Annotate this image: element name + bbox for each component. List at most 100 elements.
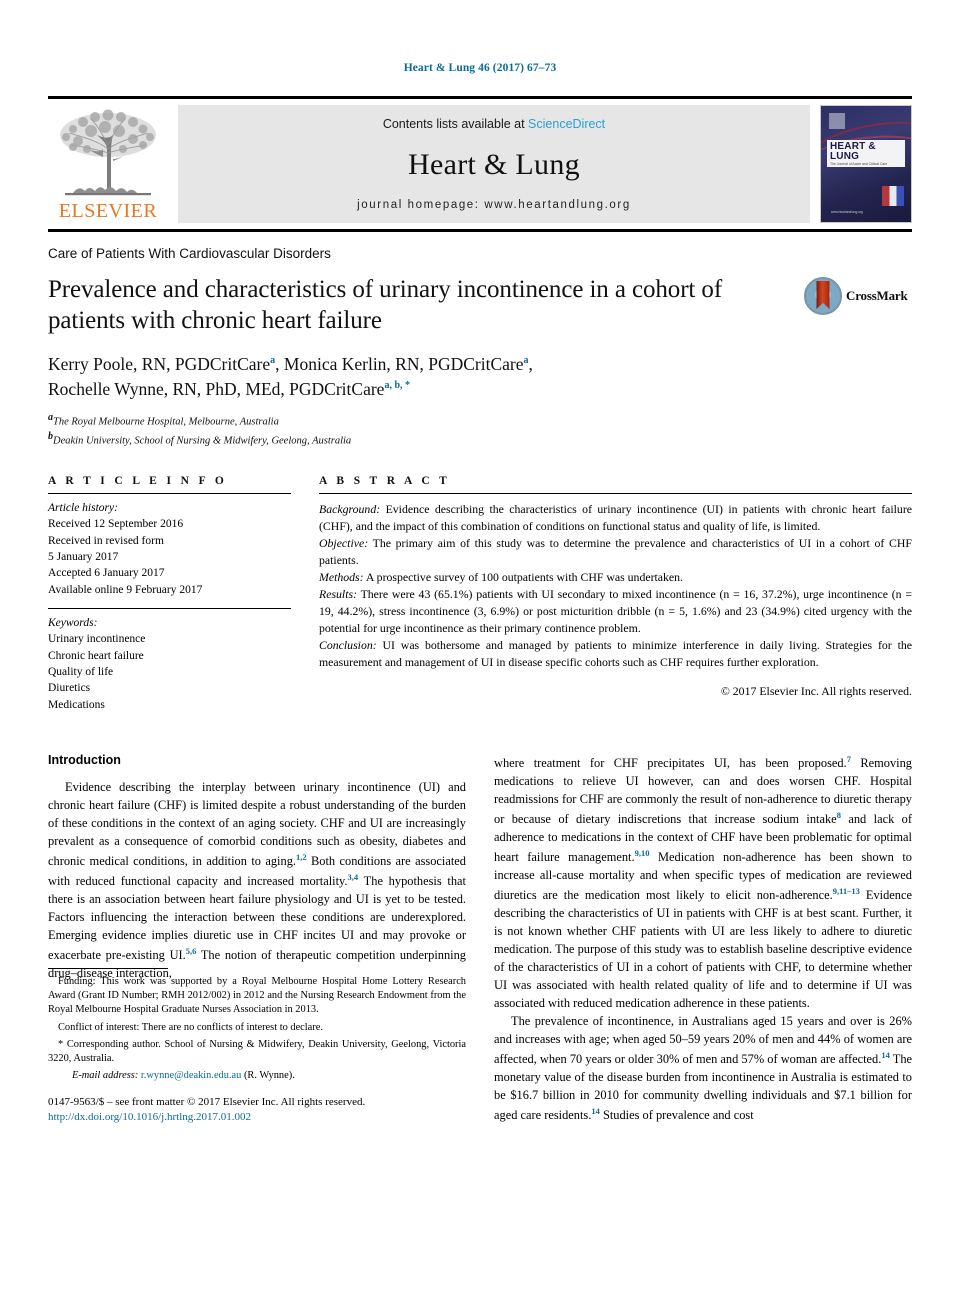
article-history-label: Article history: [48, 502, 118, 515]
keywords-block: Keywords: Urinary incontinence Chronic h… [48, 609, 291, 723]
keyword-item: Medications [48, 698, 105, 711]
crossmark-bookmark-shape [816, 281, 830, 309]
introduction-heading: Introduction [48, 753, 121, 768]
keyword-item: Quality of life [48, 666, 114, 679]
introduction-text-left: Evidence describing the interplay betwee… [48, 779, 466, 983]
author-separator: , [275, 354, 284, 374]
history-item: 5 January 2017 [48, 551, 119, 564]
abstract-section-label: Methods: [319, 570, 364, 585]
paragraph: The prevalence of incontinence, in Austr… [494, 1014, 913, 1123]
elsevier-logo: ELSEVIER [48, 105, 168, 223]
abstract-section-label: Conclusion: [319, 638, 377, 652]
crossmark-icon [804, 277, 842, 315]
article-info-column: A R T I C L E I N F O Article history: R… [48, 475, 291, 723]
abstract-section: Conclusion: UI was bothersome and manage… [319, 637, 912, 671]
citation-reference[interactable]: 9,11–13 [833, 886, 860, 896]
journal-title: Heart & Lung [408, 148, 580, 181]
abstract-column: A B S T R A C T Background: Evidence des… [319, 475, 912, 723]
history-item: Received in revised form [48, 534, 164, 547]
crossmark-badge[interactable]: CrossMark [804, 275, 912, 315]
article-history-block: Article history: Received 12 September 2… [48, 494, 291, 608]
body-column-right: where treatment for CHF precipitates UI,… [494, 753, 912, 1125]
abstract-section-label: Results: [319, 587, 358, 602]
page-title: Prevalence and characteristics of urinar… [48, 276, 723, 334]
footnote-email-line: E-mail address: r.wynne@deakin.edu.au (R… [48, 1069, 466, 1083]
author-entry: Rochelle Wynne, RN, PhD, MEd, PGDCritCar… [48, 379, 410, 399]
abstract-section-text: Evidence describing the characteristics … [319, 502, 912, 534]
cover-title: HEART & LUNG [830, 141, 876, 162]
history-item: Accepted 6 January 2017 [48, 567, 165, 580]
paragraph: Evidence describing the interplay betwee… [48, 780, 466, 981]
journal-homepage[interactable]: journal homepage: www.heartandlung.org [357, 199, 631, 211]
citation-reference[interactable]: 7 [847, 754, 851, 764]
author-name: Kerry Poole, RN, PGDCritCare [48, 354, 271, 374]
keyword-item: Urinary incontinence [48, 633, 146, 646]
cover-url: www.heartandlung.org [831, 210, 863, 214]
crossmark-label: CrossMark [846, 288, 908, 303]
article-info-heading: A R T I C L E I N F O [48, 475, 228, 488]
footnotes: Funding: This work was supported by a Ro… [48, 968, 466, 1125]
doi-link[interactable]: http://dx.doi.org/10.1016/j.hrtlng.2017.… [48, 1110, 466, 1125]
citation-reference[interactable]: 5,6 [186, 946, 197, 956]
affiliation-text: The Royal Melbourne Hospital, Melbourne,… [53, 416, 279, 428]
running-head: Heart & Lung 46 (2017) 67–73 [403, 62, 557, 74]
journal-masthead: ELSEVIER Contents lists available at Sci… [48, 96, 912, 223]
elsevier-tree-icon [53, 109, 163, 201]
body-column-left: Introduction Evidence describing the int… [48, 753, 466, 1125]
email-link[interactable]: r.wynne@deakin.edu.au [141, 1070, 241, 1081]
email-suffix: (R. Wynne). [241, 1069, 295, 1081]
abstract-section-text: There were 43 (65.1%) patients with UI s… [319, 587, 912, 636]
affiliations: aThe Royal Melbourne Hospital, Melbourne… [48, 411, 912, 449]
journal-band: Contents lists available at ScienceDirec… [178, 105, 810, 223]
keyword-item: Diuretics [48, 682, 91, 695]
abstract-heading: A B S T R A C T [319, 475, 451, 488]
abstract-section-text: The primary aim of this study was to det… [319, 536, 912, 568]
abstract-body: Background: Evidence describing the char… [319, 494, 912, 700]
abstract-section: Results: There were 43 (65.1%) patients … [319, 586, 912, 637]
author-affil-marker[interactable]: a, b, * [384, 381, 410, 392]
journal-article-page: Heart & Lung 46 (2017) 67–73 ELSEVIER Co… [0, 0, 960, 1305]
abstract-section-text: UI was bothersome and managed by patient… [319, 638, 912, 669]
footnote-conflict: Conflict of interest: There are no confl… [58, 1021, 323, 1033]
author-separator: , [528, 354, 533, 374]
masthead-bottom-rule [48, 229, 912, 232]
paragraph: where treatment for CHF precipitates UI,… [494, 754, 912, 1011]
cover-title-banner: HEART & LUNG The Journal of Acute and Cr… [827, 140, 905, 168]
abstract-section-label: Background: [319, 502, 381, 517]
elsevier-wordmark: ELSEVIER [58, 200, 158, 222]
abstract-section-label: Objective: [319, 536, 369, 551]
citation-reference[interactable]: 14 [881, 1050, 890, 1060]
citation-reference[interactable]: 3,4 [348, 872, 359, 882]
citation-reference[interactable]: 9,10 [635, 848, 650, 858]
citation-reference[interactable]: 14 [591, 1106, 600, 1116]
history-item: Available online 9 February 2017 [48, 583, 203, 596]
author-list: Kerry Poole, RN, PGDCritCarea, Monica Ke… [48, 352, 912, 403]
footnote-rule [48, 968, 168, 970]
abstract-section-text: A prospective survey of 100 outpatients … [363, 570, 684, 585]
author-entry: Monica Kerlin, RN, PGDCritCarea, [284, 354, 533, 374]
author-name: Rochelle Wynne, RN, PhD, MEd, PGDCritCar… [48, 379, 385, 400]
keywords-label: Keywords: [48, 617, 98, 630]
section-kicker: Care of Patients With Cardiovascular Dis… [48, 246, 331, 261]
abstract-copyright: © 2017 Elsevier Inc. All rights reserved… [720, 683, 912, 698]
journal-cover-thumbnail[interactable]: HEART & LUNG The Journal of Acute and Cr… [820, 105, 912, 223]
sciencedirect-link[interactable]: ScienceDirect [528, 117, 605, 131]
affiliation-text: Deakin University, School of Nursing & M… [53, 435, 352, 447]
abstract-section: Objective: The primary aim of this study… [319, 535, 912, 569]
email-label: E-mail address: [72, 1069, 139, 1081]
history-item: Received 12 September 2016 [48, 518, 184, 531]
footnote-funding: Funding: This work was supported by a Ro… [48, 976, 466, 1016]
issn-doi-block: 0147-9563/$ – see front matter © 2017 El… [48, 1095, 466, 1126]
abstract-section: Methods: A prospective survey of 100 out… [319, 569, 912, 586]
citation-reference[interactable]: 1,2 [296, 852, 307, 862]
issn-line: 0147-9563/$ – see front matter © 2017 El… [48, 1095, 366, 1108]
cover-subtitle: The Journal of Acute and Critical Care [830, 162, 888, 166]
abstract-section: Background: Evidence describing the char… [319, 501, 912, 535]
contents-available-line: Contents lists available at ScienceDirec… [383, 117, 605, 131]
contents-prefix: Contents lists available at [382, 117, 529, 131]
author-entry: Kerry Poole, RN, PGDCritCarea, [48, 354, 284, 374]
citation-reference[interactable]: 8 [837, 810, 841, 820]
cover-elsevier-mark-icon [829, 113, 845, 129]
keyword-item: Chronic heart failure [48, 649, 144, 662]
affiliation-item: aThe Royal Melbourne Hospital, Melbourne… [48, 411, 912, 430]
